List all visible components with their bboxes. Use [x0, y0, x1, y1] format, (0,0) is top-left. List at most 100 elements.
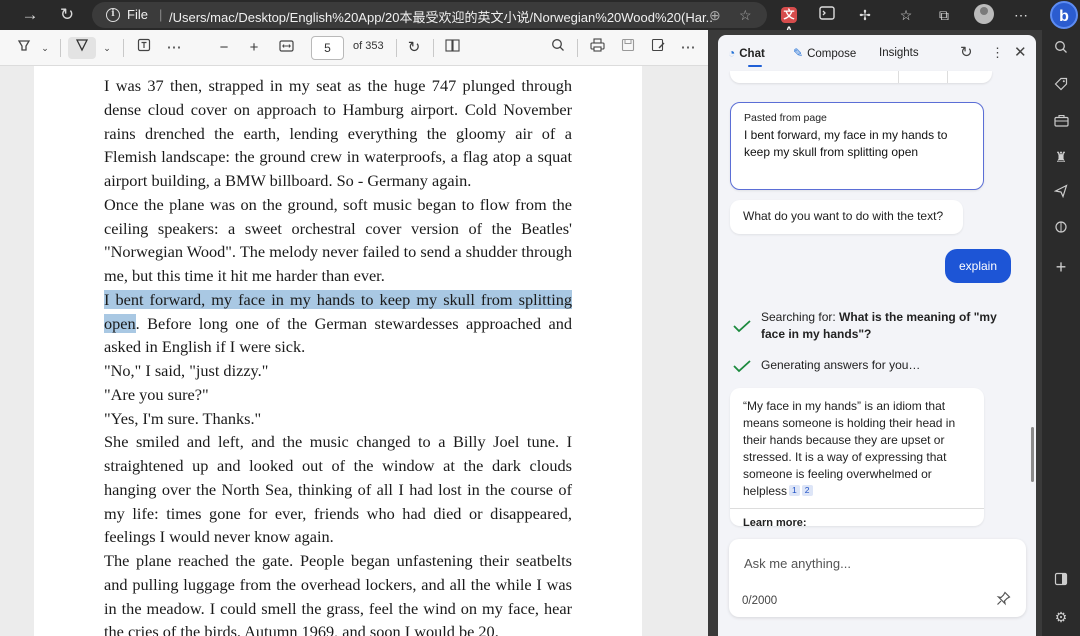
char-count: 0/2000: [742, 595, 778, 607]
chevron-down-icon[interactable]: ⌄: [38, 37, 52, 59]
more-tools-icon[interactable]: ⋯: [164, 37, 184, 59]
pdf-viewer[interactable]: I was 37 then, strapped in my seat as th…: [0, 66, 708, 636]
page-view-icon[interactable]: [442, 37, 462, 59]
search-prefix: Searching for:: [761, 310, 840, 324]
answer-divider: [730, 508, 984, 509]
bing-icon[interactable]: b: [1050, 1, 1078, 29]
toolbar-divider: [396, 39, 397, 57]
toolbar-divider: [577, 39, 578, 57]
pdf-page-text[interactable]: I was 37 then, strapped in my seat as th…: [104, 74, 572, 636]
previous-message-segment: [898, 71, 948, 83]
translate-icon[interactable]: 文A: [781, 7, 797, 37]
favorites-icon[interactable]: ☆: [896, 5, 916, 25]
citation-badge[interactable]: 2: [801, 485, 813, 496]
pasted-label: Pasted from page: [744, 112, 827, 124]
forward-arrow-icon[interactable]: →: [18, 3, 42, 27]
tab-label: Chat: [739, 48, 765, 60]
tab-label: Insights: [879, 47, 919, 59]
zoom-icon[interactable]: ⊕: [709, 7, 721, 24]
previous-message: [730, 71, 992, 83]
pin-icon[interactable]: [996, 591, 1011, 609]
pdf-toolbar: ⌄ ⌄ ⋯ − + 5 of 353 ↻ ⋯: [0, 30, 708, 66]
assistant-question: What do you want to do with the text?: [730, 200, 963, 234]
tab-insights[interactable]: Insights: [879, 45, 919, 61]
fit-width-icon[interactable]: [276, 37, 296, 59]
toolbar-divider: [123, 39, 124, 57]
answer-text: “My face in my hands” is an idiom that m…: [743, 399, 956, 498]
page-total: of 353: [353, 40, 384, 52]
refresh-icon[interactable]: ↻: [960, 43, 973, 61]
paragraph: Once the plane was on the ground, soft m…: [104, 194, 572, 285]
highlighter-icon[interactable]: [14, 37, 34, 59]
zoom-in-icon[interactable]: +: [245, 37, 263, 59]
citation-badge[interactable]: 1: [789, 485, 800, 496]
search-status: Searching for: What is the meaning of "m…: [761, 309, 1011, 343]
chat-composer[interactable]: Ask me anything... 0/2000: [729, 539, 1026, 617]
tab-compose[interactable]: ✎ Compose: [793, 45, 856, 61]
edge-sidebar: ♜ + ⚙: [1042, 30, 1080, 636]
search-icon[interactable]: [548, 37, 568, 59]
learn-more-label: Learn more:: [743, 517, 807, 526]
paragraph: "Are you sure?": [104, 384, 209, 404]
profile-icon[interactable]: [974, 4, 994, 24]
check-icon: [733, 360, 751, 373]
toolbar-divider: [60, 39, 61, 57]
sidebar-toggle-icon[interactable]: [1052, 572, 1070, 590]
search-icon[interactable]: [1052, 40, 1070, 58]
tag-icon[interactable]: [1052, 77, 1070, 95]
copilot-panel: ◔ Chat ✎ Compose Insights ↻ ⋮ ✕ Pasted fro…: [718, 35, 1036, 636]
paragraph-text: . Before long one of the German stewarde…: [104, 313, 572, 357]
games-icon[interactable]: ♜: [1052, 148, 1070, 166]
print-icon[interactable]: [587, 37, 607, 59]
draw-icon[interactable]: [68, 37, 96, 59]
toolbar-divider: [433, 39, 434, 57]
url-text[interactable]: /Users/mac/Desktop/English%20App/20本最受欢迎…: [169, 7, 714, 26]
pasted-text-card[interactable]: Pasted from page I bent forward, my face…: [730, 102, 984, 190]
chevron-down-icon[interactable]: ⌄: [100, 37, 114, 59]
text-box-icon[interactable]: [134, 37, 154, 59]
more-icon[interactable]: ⋯: [1011, 5, 1031, 25]
gear-icon[interactable]: ⚙: [1052, 608, 1070, 626]
add-icon[interactable]: +: [1052, 258, 1070, 276]
zoom-out-icon[interactable]: −: [215, 37, 233, 59]
save-as-icon[interactable]: [648, 37, 668, 59]
tab-label: Compose: [807, 48, 857, 60]
address-bar[interactable]: i File | /Users/mac/Desktop/English%20Ap…: [92, 2, 767, 28]
paragraph: "Yes, I'm sure. Thanks.": [104, 408, 262, 428]
pdf-page: I was 37 then, strapped in my seat as th…: [34, 66, 642, 636]
assistant-answer[interactable]: “My face in my hands” is an idiom that m…: [730, 388, 984, 526]
save-icon[interactable]: [618, 37, 638, 59]
collections-icon[interactable]: ⧉: [934, 5, 954, 25]
refresh-icon[interactable]: ↻: [55, 3, 79, 27]
url-scheme: File: [127, 7, 148, 22]
terminal-icon[interactable]: [817, 5, 837, 25]
active-tab-indicator: [748, 65, 762, 67]
settings-more-icon[interactable]: ⋯: [678, 37, 698, 59]
page-number-input[interactable]: 5: [311, 36, 344, 60]
more-icon[interactable]: ⋮: [991, 45, 1004, 61]
paragraph: She smiled and left, and the music chang…: [104, 432, 572, 547]
compose-icon: ✎: [793, 46, 804, 60]
briefcase-icon[interactable]: [1052, 113, 1070, 131]
paragraph: "No," I said, "just dizzy.": [104, 361, 269, 380]
add-favorite-icon[interactable]: ☆: [739, 7, 752, 24]
puzzle-icon[interactable]: ✢: [855, 5, 875, 25]
chat-input[interactable]: Ask me anything...: [744, 556, 851, 571]
close-icon[interactable]: ✕: [1014, 43, 1027, 61]
tab-chat[interactable]: ◔ Chat: [728, 45, 765, 61]
scrollbar[interactable]: [1031, 427, 1034, 482]
outlook-icon[interactable]: [1052, 220, 1070, 238]
chat-icon: ◔: [728, 46, 736, 60]
user-message: explain: [945, 249, 1011, 283]
generating-status: Generating answers for you…: [761, 358, 921, 372]
send-icon[interactable]: [1052, 184, 1070, 202]
check-icon: [733, 320, 751, 333]
pasted-text: I bent forward, my face in my hands to k…: [744, 128, 948, 159]
paragraph: I bent forward, my face in my hands to k…: [104, 288, 572, 359]
rotate-icon[interactable]: ↻: [404, 37, 424, 59]
copilot-sidebar: ◔ Chat ✎ Compose Insights ↻ ⋮ ✕ Pasted fro…: [708, 30, 1042, 636]
paragraph: The plane reached the gate. People began…: [104, 551, 572, 636]
info-icon[interactable]: i: [106, 8, 120, 22]
browser-top-bar: → ↻ i File | /Users/mac/Desktop/English%…: [0, 0, 1080, 37]
sidebar-tabs: ◔ Chat ✎ Compose Insights ↻ ⋮ ✕: [718, 35, 1036, 71]
